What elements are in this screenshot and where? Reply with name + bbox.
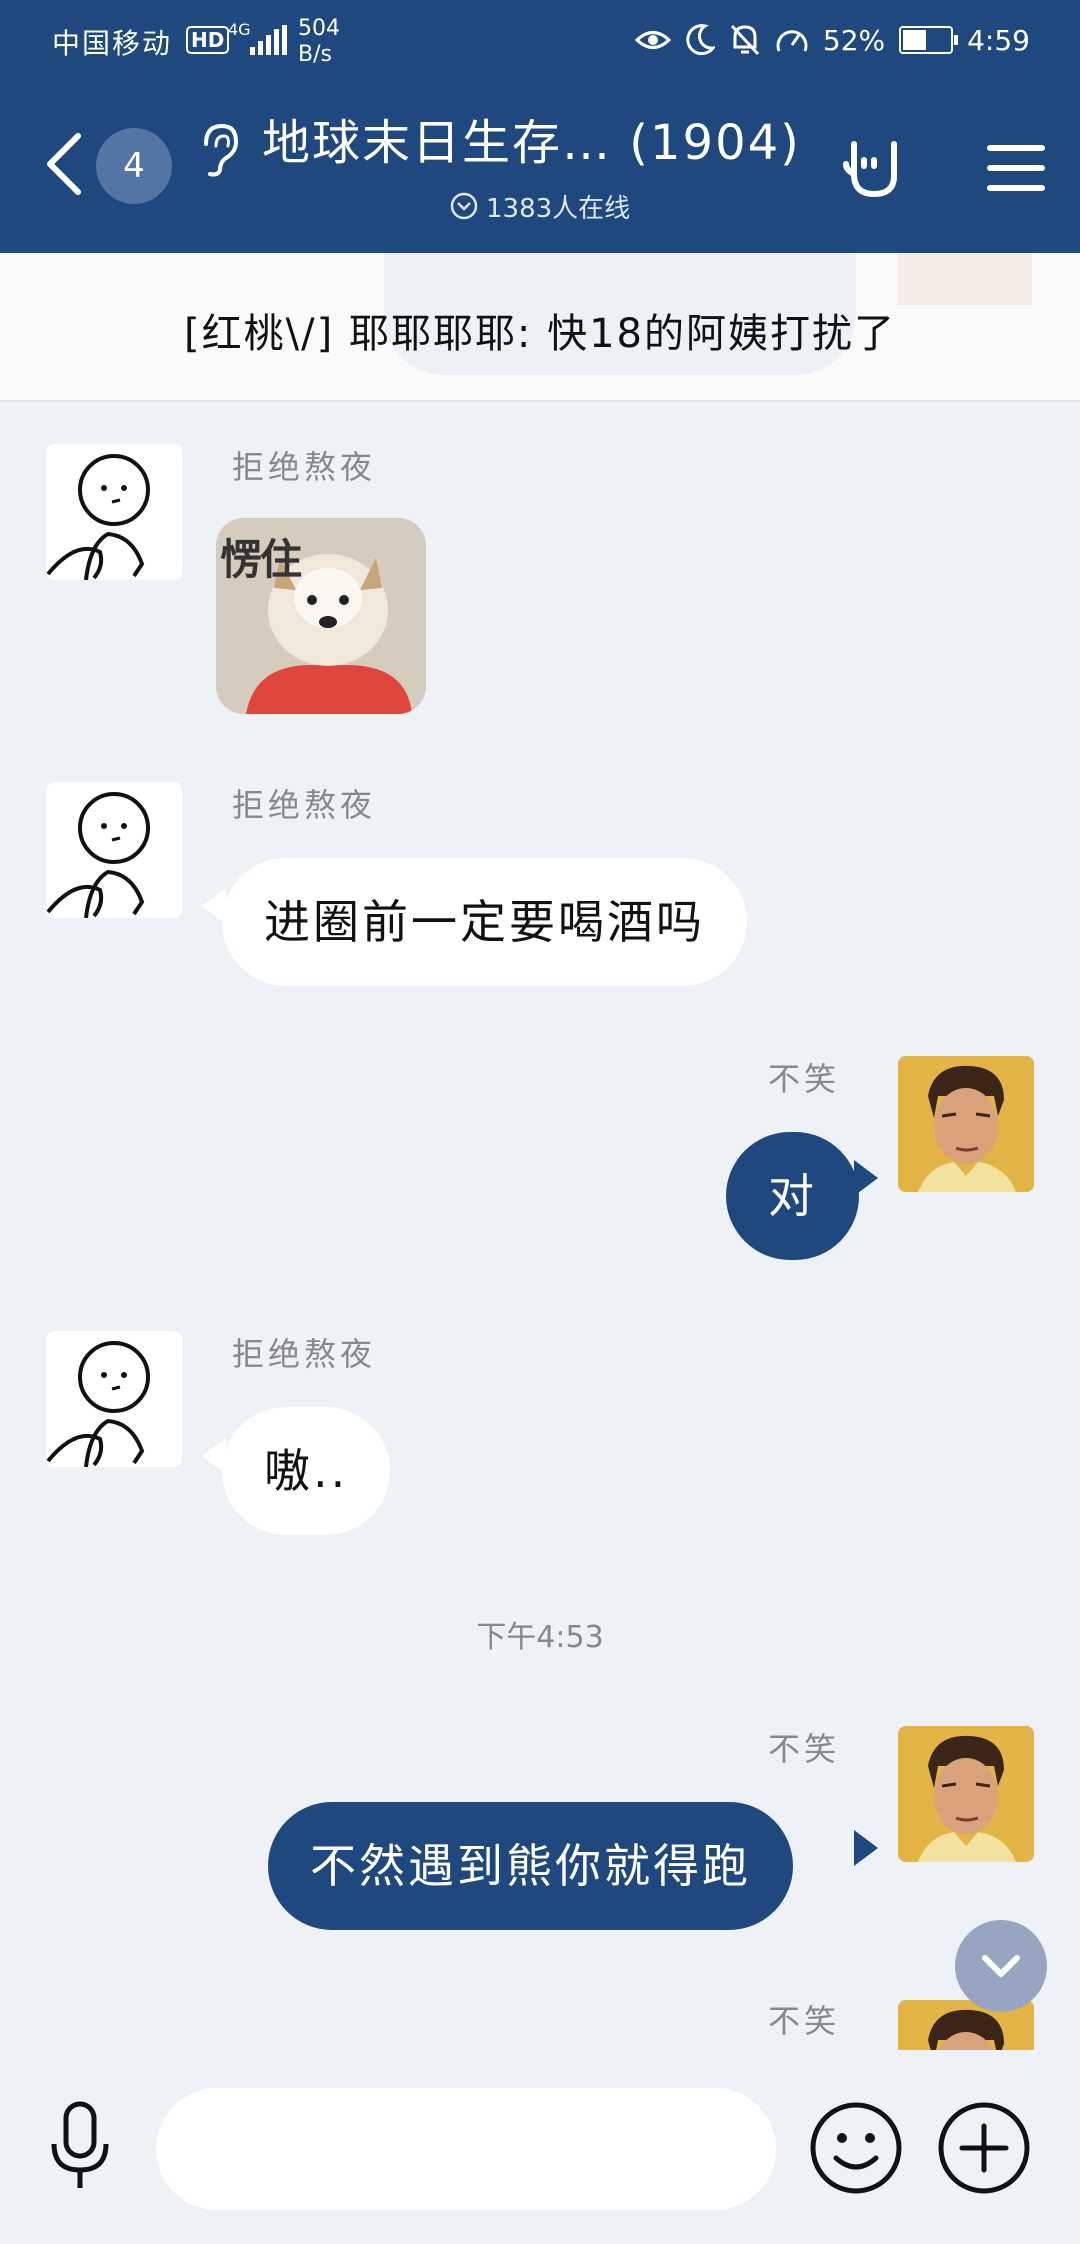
moon-icon	[686, 24, 715, 56]
scroll-to-bottom-button[interactable]	[955, 1920, 1047, 2012]
bell-off-icon	[730, 24, 759, 56]
pinned-notice[interactable]: [红桃\/] 耶耶耶耶: 快18的阿姨打扰了	[0, 253, 1080, 402]
signal-icon	[250, 25, 287, 55]
clock: 4:59	[967, 23, 1030, 57]
ghost-thumbnail	[898, 253, 1032, 305]
bubble-tail	[854, 1160, 878, 1196]
avatar[interactable]	[898, 1726, 1034, 1862]
sticker-caption: 愣住	[220, 535, 302, 584]
unread-count-badge[interactable]: 4	[96, 128, 172, 204]
battery-percent: 52%	[822, 23, 886, 57]
online-count[interactable]: 1383人在线	[450, 186, 630, 226]
man-avatar-icon	[898, 1056, 1034, 1192]
message-input[interactable]	[156, 2088, 776, 2210]
sticker-image[interactable]: 愣住	[216, 518, 426, 714]
time-separator: 下午4:53	[476, 1620, 604, 1655]
sender-name: 拒绝熬夜	[232, 448, 377, 486]
net-speed: 504 B/s	[298, 16, 340, 68]
net-speed-value: 504	[298, 16, 340, 41]
eye-icon	[634, 31, 671, 49]
sender-name: 不笑	[767, 1730, 840, 1768]
chevron-down-icon	[450, 192, 478, 220]
carrier-label: 中国移动	[52, 27, 173, 60]
stick-figure-avatar-icon	[46, 1341, 150, 1467]
microphone-icon[interactable]	[40, 2100, 120, 2192]
sender-name: 拒绝熬夜	[232, 786, 377, 824]
chat-title[interactable]: 地球末日生存… (1904)	[262, 112, 822, 174]
avatar[interactable]	[46, 782, 182, 918]
net-speed-unit: B/s	[298, 42, 332, 67]
network-type: 4G	[228, 20, 251, 39]
partial-message: 不笑	[0, 1994, 1080, 2050]
rock-hand-icon[interactable]	[840, 134, 906, 200]
stick-figure-avatar-icon	[46, 792, 150, 918]
sender-name: 拒绝熬夜	[232, 1335, 377, 1373]
online-count-label: 1383人在线	[486, 193, 631, 224]
back-arrow-icon[interactable]	[44, 132, 84, 196]
status-bar: 中国移动 HD 4G 504 B/s 52% 4:59	[0, 0, 1080, 82]
message-bubble[interactable]: 进圈前一定要喝酒吗	[222, 858, 747, 986]
message-bubble[interactable]: 嗷..	[222, 1407, 391, 1535]
sender-name: 不笑	[767, 2002, 840, 2040]
man-avatar-icon	[898, 1726, 1034, 1862]
menu-icon[interactable]	[986, 142, 1046, 194]
plus-icon[interactable]	[936, 2100, 1032, 2196]
hd-badge: HD	[186, 26, 230, 54]
sender-name: 不笑	[767, 1060, 840, 1098]
avatar[interactable]	[46, 444, 182, 580]
speedometer-icon	[776, 30, 808, 52]
ear-icon[interactable]	[196, 122, 240, 178]
battery-icon	[899, 26, 959, 54]
avatar[interactable]	[46, 1331, 182, 1467]
status-right: 52% 4:59	[634, 20, 1030, 60]
bubble-tail	[854, 1830, 878, 1866]
stick-figure-avatar-icon	[46, 454, 150, 580]
message-bubble[interactable]: 对	[726, 1132, 859, 1260]
message-bubble[interactable]: 不然遇到熊你就得跑	[268, 1802, 793, 1930]
emoji-icon[interactable]	[808, 2100, 904, 2196]
top-bar: 中国移动 HD 4G 504 B/s 52% 4:59 4 地球末日生存… (1…	[0, 0, 1080, 253]
pinned-notice-text: [红桃\/] 耶耶耶耶: 快18的阿姨打扰了	[184, 311, 896, 357]
chevron-down-icon	[982, 1955, 1020, 1977]
avatar[interactable]	[898, 1056, 1034, 1192]
